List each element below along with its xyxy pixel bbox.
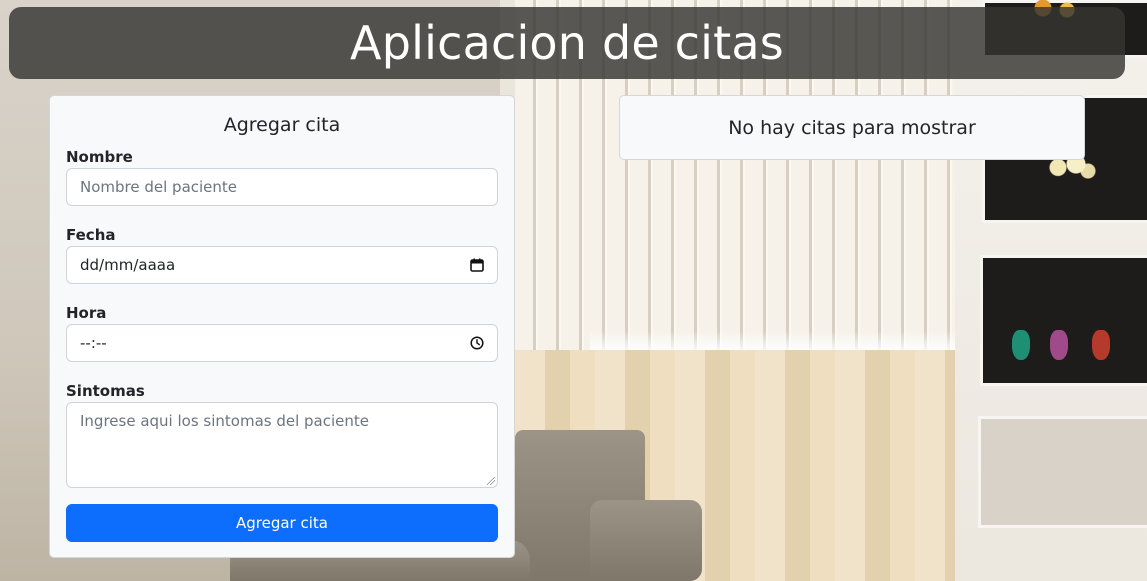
fecha-input[interactable]: dd/mm/aaaa: [66, 246, 498, 284]
empty-list-message: No hay citas para mostrar: [728, 116, 976, 139]
add-appointment-form: Agregar cita Nombre Nombre del paciente …: [49, 95, 515, 558]
resize-handle-icon[interactable]: [487, 477, 495, 485]
fecha-value: dd/mm/aaaa: [80, 256, 176, 274]
sintomas-placeholder: Ingrese aqui los sintomas del paciente: [80, 412, 370, 430]
background-vase: [1012, 330, 1030, 360]
hora-input[interactable]: --:--: [66, 324, 498, 362]
nombre-placeholder: Nombre del paciente: [80, 178, 238, 196]
nombre-label: Nombre: [66, 148, 133, 166]
sintomas-textarea[interactable]: Ingrese aqui los sintomas del paciente: [66, 402, 498, 488]
calendar-icon[interactable]: [470, 258, 484, 272]
app-header: Aplicacion de citas: [9, 7, 1125, 79]
appointments-list: No hay citas para mostrar: [619, 95, 1085, 160]
add-appointment-button[interactable]: Agregar cita: [66, 504, 498, 542]
sintomas-label: Sintomas: [66, 382, 145, 400]
background-niche: [978, 416, 1147, 528]
hora-value: --:--: [80, 334, 107, 352]
background-vase: [1092, 330, 1110, 360]
background-shelf: [980, 255, 1147, 386]
page-title: Aplicacion de citas: [350, 16, 784, 70]
hora-label: Hora: [66, 304, 107, 322]
background-vase: [1050, 330, 1068, 360]
background-chair-arm: [590, 500, 702, 581]
nombre-input[interactable]: Nombre del paciente: [66, 168, 498, 206]
form-title: Agregar cita: [223, 114, 341, 136]
fecha-label: Fecha: [66, 226, 116, 244]
clock-icon[interactable]: [470, 336, 484, 350]
